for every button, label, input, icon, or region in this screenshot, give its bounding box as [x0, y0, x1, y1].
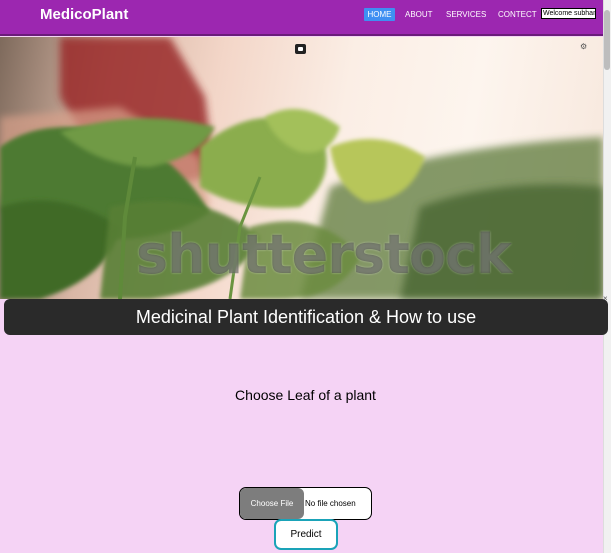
- image-icon[interactable]: [295, 44, 306, 54]
- nav-services[interactable]: SERVICES: [446, 8, 486, 21]
- close-icon[interactable]: ×: [603, 294, 608, 303]
- welcome-user-button[interactable]: Welcome subham: [541, 8, 596, 19]
- page-title: Medicinal Plant Identification & How to …: [4, 299, 608, 335]
- hero-image: shutterstock: [0, 37, 603, 299]
- nav-about[interactable]: ABOUT: [405, 8, 433, 21]
- nav-home[interactable]: HOME: [364, 8, 395, 21]
- scrollbar[interactable]: [603, 0, 611, 553]
- predict-button[interactable]: Predict: [274, 519, 338, 550]
- file-status-text: No file chosen: [305, 499, 356, 508]
- brand-logo[interactable]: MedicoPlant: [40, 6, 128, 23]
- nav-contect[interactable]: CONTECT: [498, 8, 537, 21]
- settings-icon[interactable]: ⚙: [580, 43, 588, 51]
- scroll-thumb[interactable]: [604, 10, 610, 70]
- choose-leaf-label: Choose Leaf of a plant: [235, 387, 376, 403]
- watermark-text: shutterstock: [136, 223, 512, 286]
- choose-file-button[interactable]: Choose File: [240, 488, 304, 519]
- navbar: MedicoPlant HOME ABOUT SERVICES CONTECT …: [0, 0, 603, 36]
- file-input[interactable]: Choose File No file chosen: [239, 487, 372, 520]
